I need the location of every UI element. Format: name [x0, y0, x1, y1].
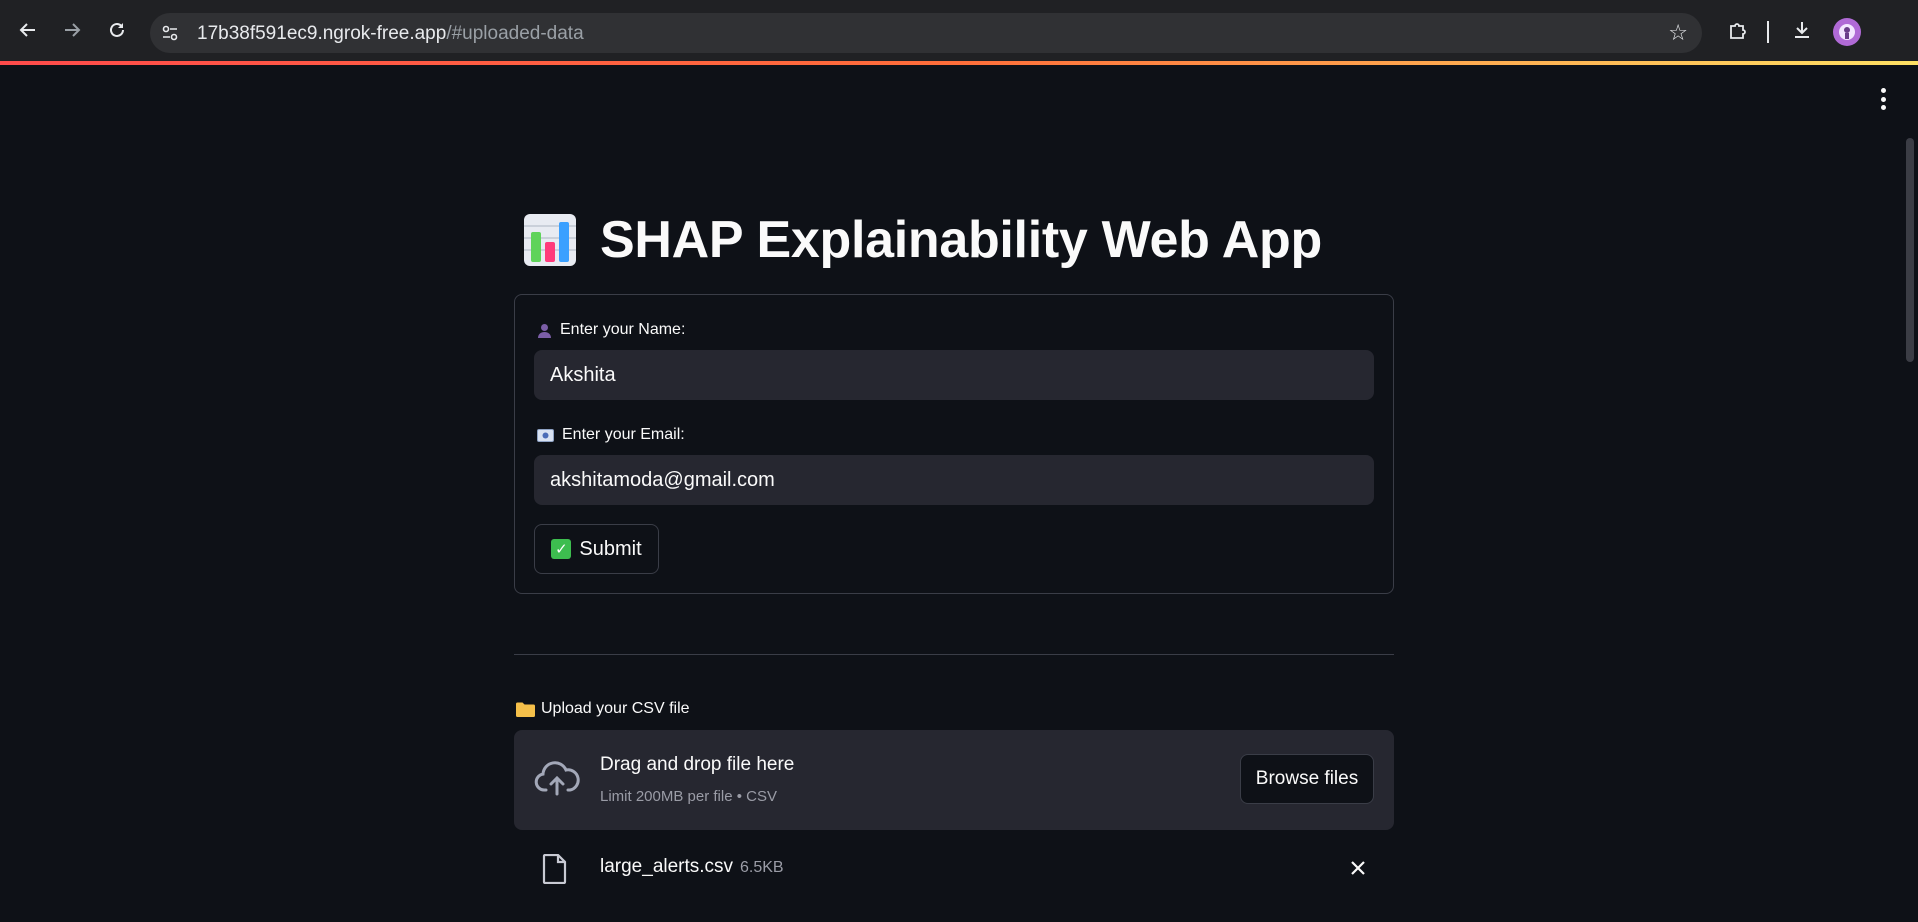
extensions-icon[interactable] [1722, 14, 1754, 46]
scrollbar-thumb[interactable] [1906, 138, 1914, 362]
url-host: 17b38f591ec9.ngrok-free.app [197, 23, 447, 44]
remove-file-close-icon[interactable] [1344, 854, 1372, 882]
address-bar[interactable]: 17b38f591ec9.ngrok-free.app/#uploaded-da… [150, 13, 1702, 53]
site-settings-icon[interactable] [160, 23, 180, 43]
back-icon[interactable] [12, 14, 44, 46]
url-path: /#uploaded-data [446, 23, 584, 44]
user-form: Enter your Name: Enter your Email: ✓ Sub… [514, 294, 1394, 594]
page-scrollbar[interactable] [1902, 66, 1918, 922]
name-input[interactable] [534, 350, 1374, 400]
forward-icon[interactable] [56, 14, 88, 46]
submit-button[interactable]: ✓ Submit [534, 524, 659, 574]
uploaded-file: large_alerts.csv 6.5KB [514, 848, 1394, 888]
email-label-text: Enter your Email: [562, 426, 685, 443]
file-dropzone[interactable]: Drag and drop file here Limit 200MB per … [514, 730, 1394, 830]
name-label: Enter your Name: [537, 321, 685, 339]
main-menu-icon[interactable] [1880, 88, 1886, 110]
bookmark-star-icon[interactable]: ☆ [1668, 20, 1688, 46]
name-label-text: Enter your Name: [560, 321, 686, 338]
download-icon[interactable] [1786, 14, 1818, 46]
app-header-decoration [0, 61, 1918, 65]
profile-avatar[interactable] [1833, 18, 1861, 46]
reload-icon[interactable] [101, 14, 133, 46]
page-title: SHAP Explainability Web App [522, 210, 1322, 270]
dropzone-limit: Limit 200MB per file • CSV [600, 788, 777, 805]
url-text: 17b38f591ec9.ngrok-free.app/#uploaded-da… [197, 23, 584, 45]
email-input[interactable] [534, 455, 1374, 505]
folder-icon [516, 702, 535, 717]
upload-label-text: Upload your CSV file [541, 700, 690, 717]
bar-chart-icon [524, 214, 576, 266]
submit-label: Submit [579, 537, 642, 560]
app-title: SHAP Explainability Web App [600, 211, 1322, 269]
id-card-icon [537, 428, 554, 442]
upload-label: Upload your CSV file [516, 700, 690, 718]
browser-toolbar: 17b38f591ec9.ngrok-free.app/#uploaded-da… [0, 0, 1918, 64]
file-size: 6.5KB [740, 859, 784, 876]
cloud-upload-icon [534, 761, 580, 796]
user-icon [538, 323, 551, 338]
email-label: Enter your Email: [537, 426, 685, 444]
file-icon [542, 854, 567, 884]
browse-files-button[interactable]: Browse files [1240, 754, 1374, 804]
file-name: large_alerts.csv [600, 856, 734, 877]
toolbar-divider [1767, 21, 1769, 43]
check-mark-icon: ✓ [551, 539, 572, 559]
section-divider [514, 654, 1394, 655]
dropzone-title: Drag and drop file here [600, 754, 795, 775]
